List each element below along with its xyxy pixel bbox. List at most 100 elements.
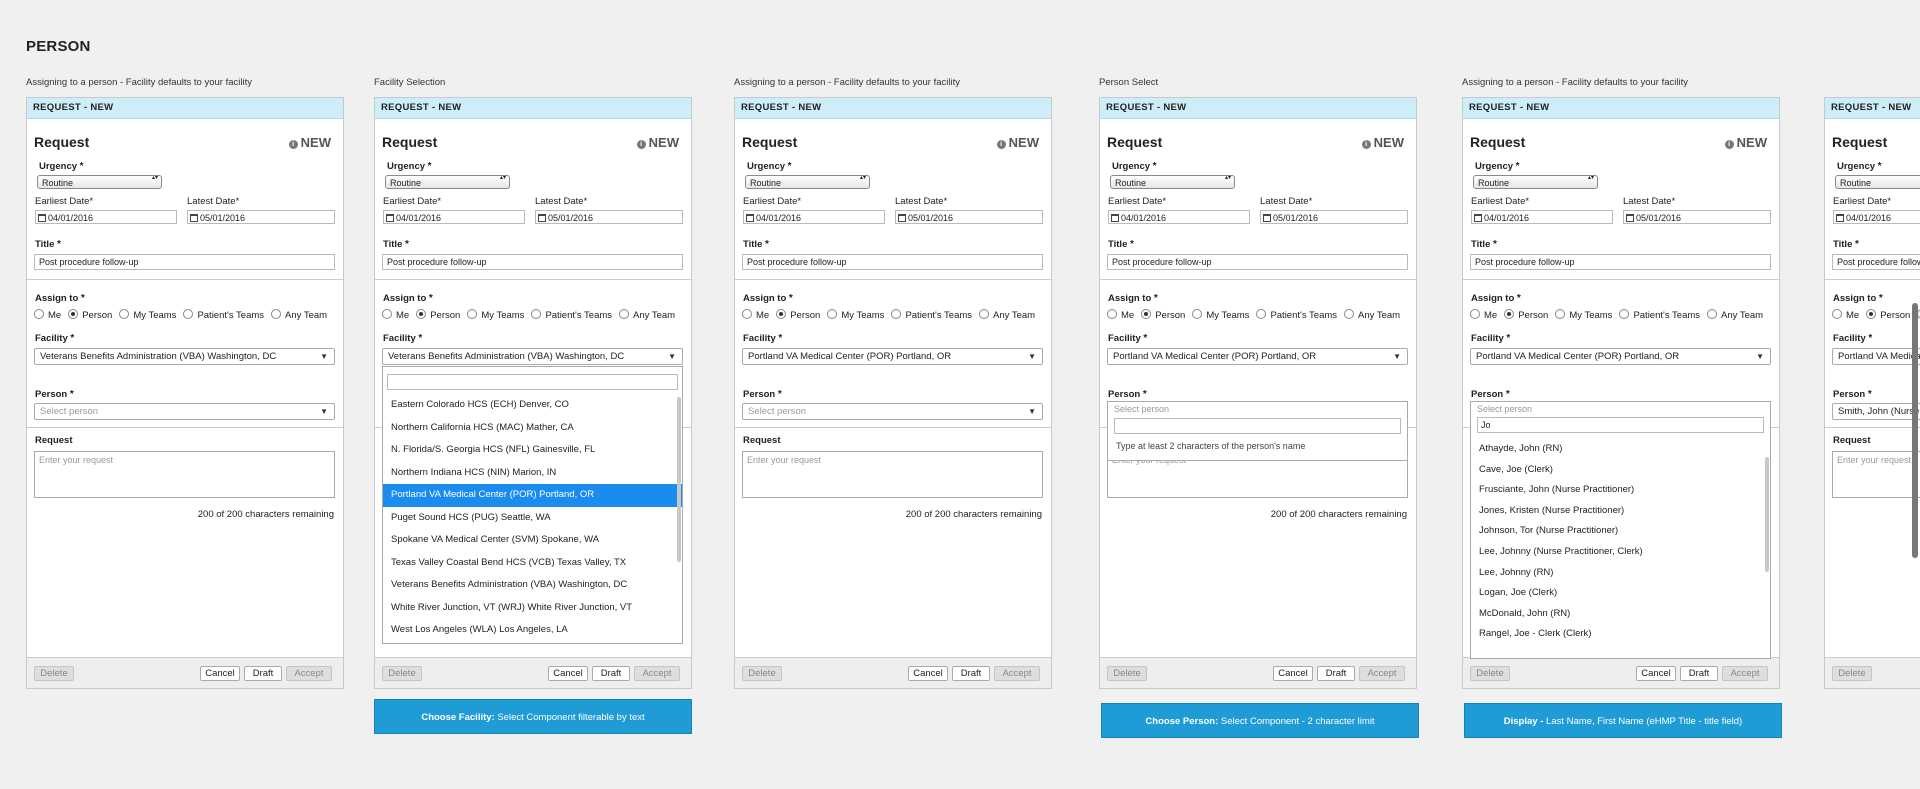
person-option[interactable]: Lee, Johnny (RN)	[1471, 563, 1770, 584]
facility-option[interactable]: Eastern Colorado HCS (ECH) Denver, CO	[383, 394, 682, 417]
assign-radio-any-team[interactable]: Any Team	[619, 309, 675, 321]
earliest-date-field[interactable]: 04/01/2016	[1471, 210, 1613, 224]
delete-button[interactable]: Delete	[1832, 666, 1872, 681]
facility-option[interactable]: White River Junction, VT (WRJ) White Riv…	[383, 597, 682, 620]
latest-date-field[interactable]: 05/01/2016	[1260, 210, 1408, 224]
delete-button[interactable]: Delete	[34, 666, 74, 681]
assign-radio-person[interactable]: Person	[1866, 309, 1910, 321]
facility-option[interactable]: Puget Sound HCS (PUG) Seattle, WA	[383, 507, 682, 530]
person-option[interactable]: Lee, Johnny (Nurse Practitioner, Clerk)	[1471, 542, 1770, 563]
person-option[interactable]: Rangel, Joe - Clerk (Clerk)	[1471, 624, 1770, 645]
latest-date-field[interactable]: 05/01/2016	[187, 210, 335, 224]
facility-option[interactable]: Spokane VA Medical Center (SVM) Spokane,…	[383, 529, 682, 552]
accept-button[interactable]: Accept	[634, 666, 680, 681]
urgency-select[interactable]: Routine	[745, 175, 870, 189]
assign-radio-person[interactable]: Person	[68, 309, 112, 321]
draft-button[interactable]: Draft	[244, 666, 282, 681]
facility-select[interactable]: Portland VA Medical Center (POR) Portlan…	[1832, 348, 1920, 365]
person-option[interactable]: Cave, Joe (Clerk)	[1471, 460, 1770, 481]
radio-circle[interactable]	[1192, 309, 1203, 319]
assign-radio-me[interactable]: Me	[1832, 309, 1859, 321]
assign-radio-any-team[interactable]: Any Team	[1344, 309, 1400, 321]
facility-select[interactable]: Portland VA Medical Center (POR) Portlan…	[1107, 348, 1408, 365]
list-scrollbar[interactable]	[677, 397, 681, 562]
cancel-button[interactable]: Cancel	[548, 666, 588, 681]
delete-button[interactable]: Delete	[742, 666, 782, 681]
radio-circle[interactable]	[1866, 309, 1877, 319]
draft-button[interactable]: Draft	[592, 666, 630, 681]
assign-radio-me[interactable]: Me	[742, 309, 769, 321]
assign-radio-person[interactable]: Person	[416, 309, 460, 321]
radio-circle[interactable]	[742, 309, 752, 319]
assign-radio-patient-s-teams[interactable]: Patient's Teams	[183, 309, 264, 321]
radio-circle[interactable]	[1832, 309, 1842, 319]
radio-circle[interactable]	[1141, 309, 1152, 319]
earliest-date-field[interactable]: 04/01/2016	[1833, 210, 1920, 224]
assign-radio-me[interactable]: Me	[1470, 309, 1497, 321]
latest-date-field[interactable]: 05/01/2016	[895, 210, 1043, 224]
accept-button[interactable]: Accept	[1722, 666, 1768, 681]
delete-button[interactable]: Delete	[1107, 666, 1147, 681]
assign-radio-my-teams[interactable]: My Teams	[467, 309, 524, 321]
person-option[interactable]: McDonald, John (RN)	[1471, 604, 1770, 625]
delete-button[interactable]: Delete	[382, 666, 422, 681]
urgency-select[interactable]: Routine	[1473, 175, 1598, 189]
assign-radio-person[interactable]: Person	[776, 309, 820, 321]
draft-button[interactable]: Draft	[952, 666, 990, 681]
assign-radio-my-teams[interactable]: My Teams	[1192, 309, 1249, 321]
person-select[interactable]: Select person▼	[742, 403, 1043, 420]
radio-circle[interactable]	[1344, 309, 1355, 319]
person-search-input[interactable]	[1114, 418, 1401, 434]
assign-radio-person[interactable]: Person	[1141, 309, 1185, 321]
title-input[interactable]: Post procedure follow-up	[1470, 254, 1771, 270]
page-scrollbar[interactable]	[1912, 303, 1918, 558]
radio-circle[interactable]	[1707, 309, 1718, 319]
list-scrollbar[interactable]	[1765, 457, 1769, 572]
radio-circle[interactable]	[979, 309, 990, 319]
radio-circle[interactable]	[619, 309, 630, 319]
latest-date-field[interactable]: 05/01/2016	[535, 210, 683, 224]
assign-radio-person[interactable]: Person	[1504, 309, 1548, 321]
person-option[interactable]: Jones, Kristen (Nurse Practitioner)	[1471, 501, 1770, 522]
person-option[interactable]: Frusciante, John (Nurse Practitioner)	[1471, 480, 1770, 501]
title-input[interactable]: Post procedure follow-up	[1107, 254, 1408, 270]
assign-radio-my-teams[interactable]: My Teams	[119, 309, 176, 321]
earliest-date-field[interactable]: 04/01/2016	[383, 210, 525, 224]
radio-circle[interactable]	[183, 309, 194, 319]
draft-button[interactable]: Draft	[1680, 666, 1718, 681]
radio-circle[interactable]	[1619, 309, 1630, 319]
earliest-date-field[interactable]: 04/01/2016	[743, 210, 885, 224]
facility-option[interactable]: Northern Indiana HCS (NIN) Marion, IN	[383, 462, 682, 485]
cancel-button[interactable]: Cancel	[200, 666, 240, 681]
latest-date-field[interactable]: 05/01/2016	[1623, 210, 1771, 224]
radio-circle[interactable]	[891, 309, 902, 319]
facility-option[interactable]: Texas Valley Coastal Bend HCS (VCB) Texa…	[383, 552, 682, 575]
title-input[interactable]: Post procedure follow-up	[34, 254, 335, 270]
accept-button[interactable]: Accept	[994, 666, 1040, 681]
title-input[interactable]: Post procedure follow-up	[742, 254, 1043, 270]
assign-radio-any-team[interactable]: Any Team	[271, 309, 327, 321]
radio-circle[interactable]	[382, 309, 392, 319]
assign-radio-my-teams[interactable]: My Teams	[1555, 309, 1612, 321]
earliest-date-field[interactable]: 04/01/2016	[1108, 210, 1250, 224]
radio-circle[interactable]	[68, 309, 79, 319]
facility-option[interactable]: N. Florida/S. Georgia HCS (NFL) Gainesvi…	[383, 439, 682, 462]
title-input[interactable]: Post procedure follow-up	[1832, 254, 1920, 270]
request-textarea[interactable]: Enter your request	[742, 451, 1043, 498]
assign-radio-me[interactable]: Me	[1107, 309, 1134, 321]
cancel-button[interactable]: Cancel	[1636, 666, 1676, 681]
draft-button[interactable]: Draft	[1317, 666, 1355, 681]
cancel-button[interactable]: Cancel	[1273, 666, 1313, 681]
person-option[interactable]: Logan, Joe (Clerk)	[1471, 583, 1770, 604]
title-input[interactable]: Post procedure follow-up	[382, 254, 683, 270]
radio-circle[interactable]	[827, 309, 838, 319]
request-textarea[interactable]: Enter your request	[34, 451, 335, 498]
earliest-date-field[interactable]: 04/01/2016	[35, 210, 177, 224]
facility-select[interactable]: Portland VA Medical Center (POR) Portlan…	[742, 348, 1043, 365]
assign-radio-any-team[interactable]: Any Team	[979, 309, 1035, 321]
assign-radio-patient-s-teams[interactable]: Patient's Teams	[1256, 309, 1337, 321]
assign-radio-me[interactable]: Me	[34, 309, 61, 321]
radio-circle[interactable]	[1555, 309, 1566, 319]
accept-button[interactable]: Accept	[1359, 666, 1405, 681]
facility-option[interactable]: Portland VA Medical Center (POR) Portlan…	[383, 484, 682, 507]
